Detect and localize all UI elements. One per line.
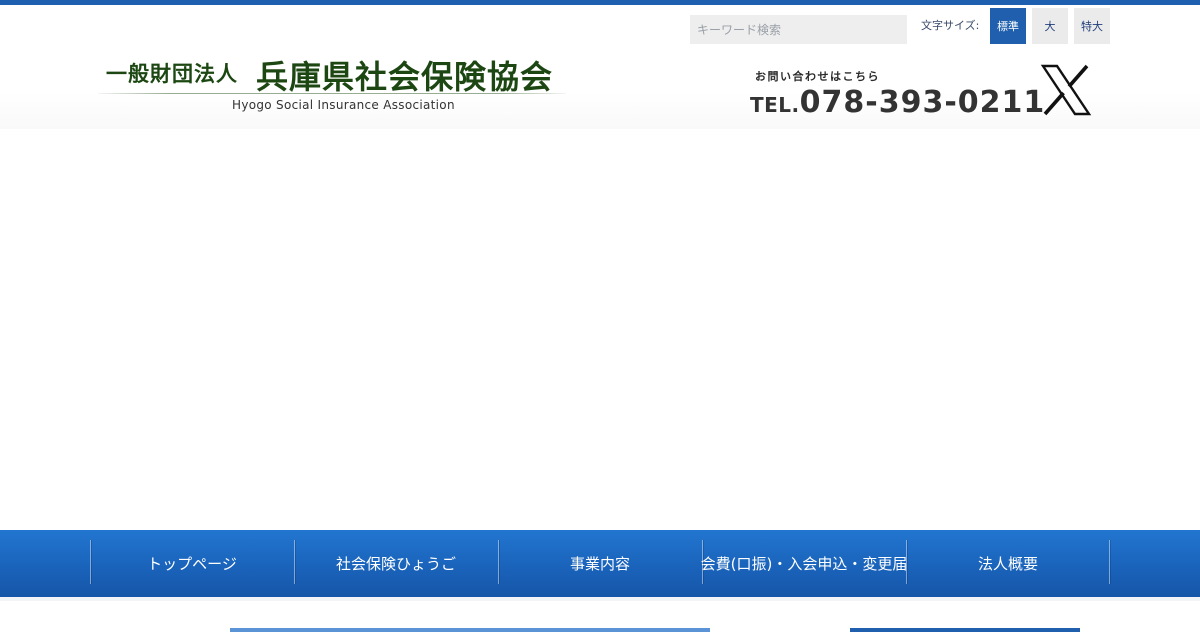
logo-org-type: 一般財団法人 [106, 62, 238, 86]
nav-item-label: 会費(口振)・入会申込・変更届 [700, 555, 908, 573]
nav-item-membership[interactable]: 会費(口振)・入会申込・変更届 [700, 530, 908, 597]
nav-item-shakaihoken-hyogo[interactable]: 社会保険ひょうご [294, 530, 498, 597]
nav-item-business[interactable]: 事業内容 [498, 530, 702, 597]
content-heading-bar [230, 628, 710, 632]
site-logo[interactable]: 一般財団法人 兵庫県社会保険協会 Hyogo Social Insurance … [98, 52, 568, 118]
hero-image-area [0, 129, 1200, 530]
nav-divider [906, 540, 907, 584]
global-nav: トップページ 社会保険ひょうご 事業内容 会費(口振)・入会申込・変更届 法人概… [0, 530, 1200, 597]
nav-item-label: トップページ [147, 555, 237, 573]
contact-label: お問い合わせはこちら [755, 70, 880, 83]
tel-prefix: TEL. [750, 93, 800, 117]
logo-divider [98, 93, 566, 94]
nav-item-label: 法人概要 [977, 555, 1038, 573]
font-size-label: 文字サイズ: [921, 19, 980, 32]
nav-item-label: 社会保険ひょうご [335, 555, 456, 573]
tel-number: 078-393-0211 [799, 85, 1046, 120]
logo-english-name: Hyogo Social Insurance Association [232, 98, 455, 112]
x-logo-icon[interactable] [1040, 64, 1092, 116]
nav-item-top[interactable]: トップページ [90, 530, 294, 597]
font-size-large-button[interactable]: 大 [1032, 8, 1068, 44]
nav-divider [498, 540, 499, 584]
nav-shadow [0, 597, 1200, 601]
keyword-search-input[interactable] [690, 15, 907, 44]
contact-phone[interactable]: TEL.078-393-0211 [750, 88, 1045, 118]
nav-divider [294, 540, 295, 584]
nav-divider [90, 540, 91, 584]
font-size-standard-button[interactable]: 標準 [990, 8, 1026, 44]
font-size-xlarge-button[interactable]: 特大 [1074, 8, 1110, 44]
nav-divider [702, 540, 703, 584]
nav-divider [1109, 540, 1110, 584]
logo-org-name: 兵庫県社会保険協会 [256, 58, 554, 96]
sidebar-heading-bar [850, 628, 1080, 632]
nav-item-label: 事業内容 [569, 555, 630, 573]
nav-item-overview[interactable]: 法人概要 [906, 530, 1110, 597]
